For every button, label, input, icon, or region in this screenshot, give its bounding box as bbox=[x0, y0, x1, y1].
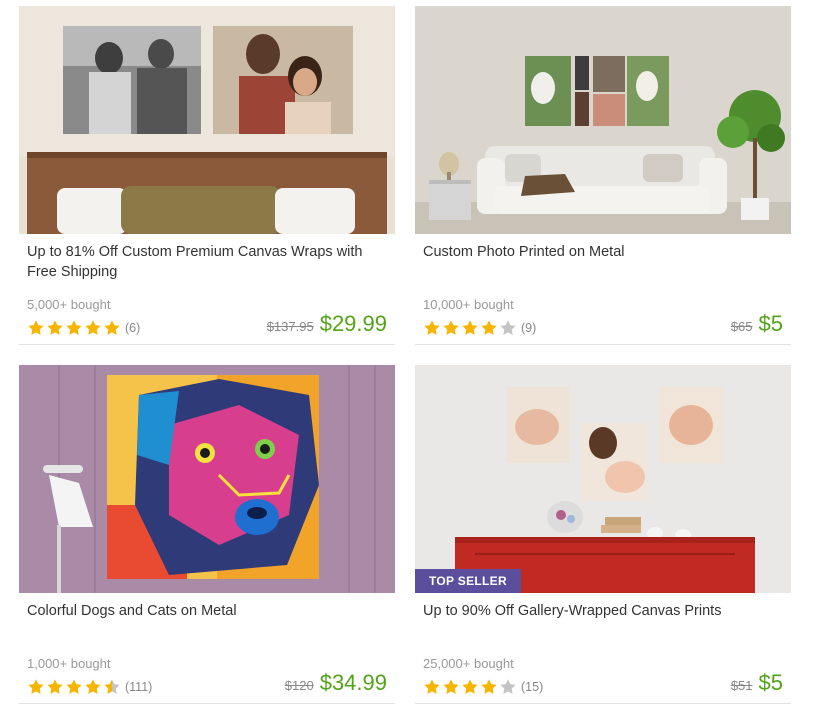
deal-image[interactable] bbox=[415, 6, 791, 234]
deal-card[interactable]: Colorful Dogs and Cats on Metal 1,000+ b… bbox=[19, 365, 395, 705]
bought-count: 5,000+ bought bbox=[27, 297, 111, 312]
deal-image[interactable]: TOP SELLER bbox=[415, 365, 791, 593]
deal-title[interactable]: Custom Photo Printed on Metal bbox=[423, 242, 783, 262]
star-icon bbox=[66, 320, 82, 335]
star-icon bbox=[424, 679, 440, 694]
empty-star-icon bbox=[500, 679, 516, 694]
star-icon bbox=[481, 679, 497, 694]
star-icon bbox=[443, 320, 459, 335]
deal-title[interactable]: Up to 81% Off Custom Premium Canvas Wrap… bbox=[27, 242, 387, 282]
original-price: $65 bbox=[730, 319, 753, 334]
star-rating bbox=[27, 319, 121, 337]
star-icon bbox=[85, 679, 101, 694]
rating: (15) bbox=[423, 678, 543, 696]
star-icon bbox=[424, 320, 440, 335]
rating: (6) bbox=[27, 319, 140, 337]
star-icon bbox=[66, 679, 82, 694]
rating-count: (111) bbox=[125, 680, 153, 694]
divider bbox=[415, 703, 791, 704]
rating-count: (9) bbox=[521, 321, 537, 335]
rating: (111) bbox=[27, 678, 152, 696]
price-block: $51 $5 bbox=[731, 670, 783, 696]
deal-card[interactable]: Custom Photo Printed on Metal 10,000+ bo… bbox=[415, 6, 791, 346]
price-block: $120 $34.99 bbox=[285, 670, 387, 696]
price-block: $137.95 $29.99 bbox=[267, 311, 387, 337]
star-rating bbox=[423, 319, 517, 337]
star-icon bbox=[47, 679, 63, 694]
divider bbox=[415, 344, 791, 345]
half-star-icon bbox=[104, 679, 120, 694]
star-icon bbox=[85, 320, 101, 335]
deal-price: $34.99 bbox=[319, 670, 387, 695]
empty-star-icon bbox=[500, 320, 516, 335]
top-seller-badge: TOP SELLER bbox=[415, 569, 521, 593]
star-icon bbox=[28, 320, 44, 335]
star-icon bbox=[481, 320, 497, 335]
bought-count: 25,000+ bought bbox=[423, 656, 514, 671]
deal-title[interactable]: Up to 90% Off Gallery-Wrapped Canvas Pri… bbox=[423, 601, 783, 621]
star-icon bbox=[47, 320, 63, 335]
star-icon bbox=[443, 679, 459, 694]
original-price: $137.95 bbox=[266, 319, 314, 334]
rating: (9) bbox=[423, 319, 536, 337]
price-block: $65 $5 bbox=[731, 311, 783, 337]
deal-image[interactable] bbox=[19, 365, 395, 593]
deal-image[interactable] bbox=[19, 6, 395, 234]
star-rating bbox=[27, 678, 121, 696]
deal-price: $5 bbox=[758, 670, 783, 695]
star-rating bbox=[423, 678, 517, 696]
divider bbox=[19, 703, 395, 704]
original-price: $120 bbox=[284, 678, 314, 693]
bought-count: 1,000+ bought bbox=[27, 656, 111, 671]
star-icon bbox=[462, 320, 478, 335]
rating-count: (15) bbox=[521, 680, 544, 694]
deal-price: $5 bbox=[758, 311, 783, 336]
deal-card[interactable]: Up to 81% Off Custom Premium Canvas Wrap… bbox=[19, 6, 395, 346]
bought-count: 10,000+ bought bbox=[423, 297, 514, 312]
deal-price: $29.99 bbox=[319, 311, 387, 336]
star-icon bbox=[462, 679, 478, 694]
divider bbox=[19, 344, 395, 345]
deal-card[interactable]: TOP SELLER Up to 90% Off Gallery-Wrapped… bbox=[415, 365, 791, 705]
deal-title[interactable]: Colorful Dogs and Cats on Metal bbox=[27, 601, 387, 621]
star-icon bbox=[28, 679, 44, 694]
star-icon bbox=[104, 320, 120, 335]
original-price: $51 bbox=[730, 678, 753, 693]
rating-count: (6) bbox=[125, 321, 141, 335]
deal-grid: Up to 81% Off Custom Premium Canvas Wrap… bbox=[0, 0, 818, 712]
